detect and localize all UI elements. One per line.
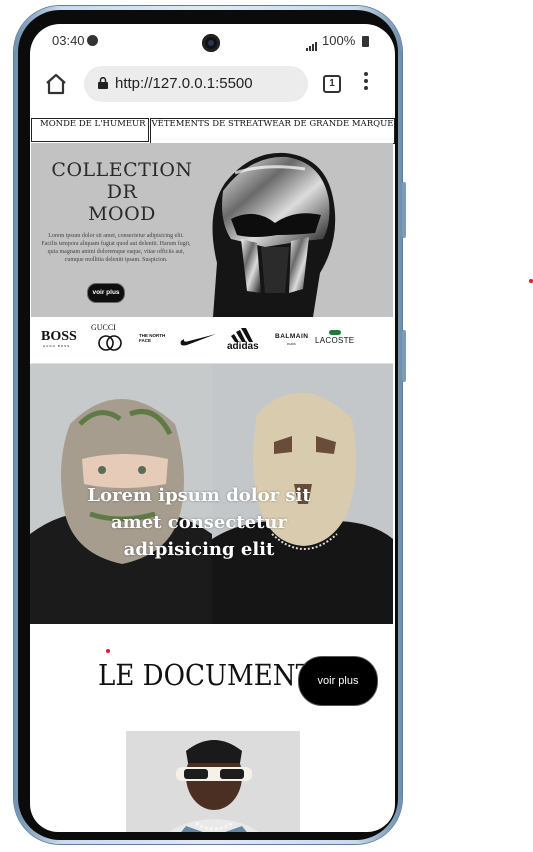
lacoste-croc-icon bbox=[329, 330, 341, 335]
spotify-icon bbox=[87, 35, 98, 46]
nav-link-vetements[interactable]: VÊTEMENTS DE STREATWEAR DE GRANDE MARQUE bbox=[150, 118, 395, 144]
mf-doom-mask-image bbox=[212, 152, 336, 317]
lacoste-logo: LACOSTE bbox=[315, 336, 355, 345]
brand-logos-strip: BOSS HUGO BOSS GUCCI THE NORTH FACE adid… bbox=[31, 317, 393, 364]
lock-icon bbox=[98, 77, 108, 89]
phone-frame: 03:40 100% http://127.0.0.1:5500 1 MONDE… bbox=[14, 6, 402, 844]
adidas-logo: adidas bbox=[227, 328, 263, 352]
hugo-boss-sublabel: HUGO BOSS bbox=[43, 344, 71, 348]
balmain-paris-sublabel: PARIS bbox=[287, 342, 296, 346]
balmain-logo: BALMAIN bbox=[275, 333, 309, 340]
battery-level: 100% bbox=[322, 33, 356, 48]
front-camera bbox=[202, 34, 220, 52]
status-bar: 03:40 100% bbox=[30, 24, 395, 58]
balaclava-banner: Lorem ipsum dolor sit amet consectetur a… bbox=[30, 364, 393, 624]
menu-dots-icon[interactable] bbox=[364, 72, 368, 93]
hero-title-line2: MOOD bbox=[88, 203, 156, 225]
adidas-stripes-icon bbox=[231, 328, 253, 342]
address-bar[interactable]: http://127.0.0.1:5500 bbox=[84, 66, 308, 102]
model-with-sunglasses-photo bbox=[126, 731, 300, 832]
phone-screen: 03:40 100% http://127.0.0.1:5500 1 MONDE… bbox=[30, 24, 395, 832]
gucci-logo: GUCCI bbox=[91, 323, 116, 332]
section-voir-plus-button[interactable]: voir plus bbox=[298, 656, 378, 706]
boss-logo: BOSS bbox=[41, 329, 77, 344]
web-page: MONDE DE L'HUMEUR VÊTEMENTS DE STREATWEA… bbox=[30, 118, 395, 832]
nav-link-monde[interactable]: MONDE DE L'HUMEUR bbox=[31, 118, 149, 142]
tab-switcher-button[interactable]: 1 bbox=[323, 75, 341, 93]
banner-headline: Lorem ipsum dolor sit amet consectetur a… bbox=[87, 485, 311, 560]
north-face-logo: THE NORTH FACE bbox=[139, 333, 166, 343]
home-icon[interactable] bbox=[44, 72, 68, 96]
hero-section: COLLECTION DR MOOD Lorem ipsum dolor sit… bbox=[31, 143, 393, 317]
hero-title-line1: COLLECTION DR bbox=[51, 159, 193, 203]
battery-icon bbox=[362, 36, 369, 47]
browser-toolbar: http://127.0.0.1:5500 1 bbox=[30, 60, 395, 116]
power-button bbox=[402, 330, 406, 382]
signal-icon bbox=[306, 36, 318, 51]
adidas-wordmark: adidas bbox=[227, 341, 259, 352]
hero-voir-plus-button[interactable]: voir plus bbox=[87, 283, 125, 303]
status-time: 03:40 bbox=[52, 33, 85, 48]
url-text: http://127.0.0.1:5500 bbox=[115, 75, 253, 92]
nike-swoosh-icon bbox=[180, 334, 216, 346]
top-nav: MONDE DE L'HUMEUR VÊTEMENTS DE STREATWEA… bbox=[31, 118, 395, 144]
cursor-dot-2 bbox=[106, 649, 110, 653]
phone-bezel: 03:40 100% http://127.0.0.1:5500 1 MONDE… bbox=[18, 10, 398, 840]
hero-title: COLLECTION DR MOOD bbox=[47, 159, 197, 225]
section-title: LE DOCUMENT bbox=[98, 658, 314, 692]
cursor-dot bbox=[529, 279, 533, 283]
volume-button bbox=[402, 182, 406, 238]
hero-description: Lorem ipsum dolor sit amet, consectetur … bbox=[41, 233, 191, 263]
gucci-gg-icon bbox=[98, 335, 122, 351]
